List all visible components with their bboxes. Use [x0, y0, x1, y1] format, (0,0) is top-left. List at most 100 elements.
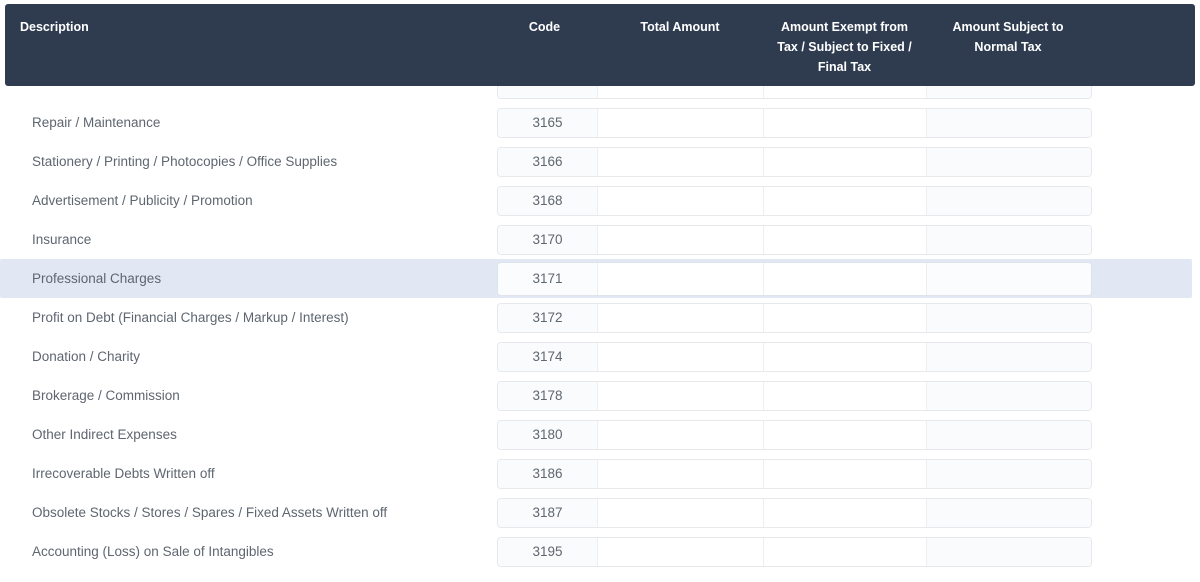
row-amount-normal-tax-input: [927, 108, 1091, 137]
column-header-amount-normal-line1: Amount Subject to: [952, 20, 1064, 34]
row-amount-exempt-input[interactable]: [764, 303, 927, 332]
table-row[interactable]: Advertisement / Publicity / Promotion: [0, 181, 1200, 220]
row-input-group: [497, 224, 1092, 255]
row-code-input: [498, 86, 598, 98]
row-code-input: [498, 186, 598, 215]
row-description-label: Donation / Charity: [32, 349, 141, 364]
column-header-code: Code: [528, 20, 561, 34]
row-total-amount-input[interactable]: [598, 381, 764, 410]
row-description-label: Irrecoverable Debts Written off: [32, 466, 215, 481]
row-code-input: [498, 420, 598, 449]
row-amount-exempt-input[interactable]: [764, 537, 927, 566]
row-amount-normal-tax-input: [927, 225, 1091, 254]
table-row[interactable]: Irrecoverable Debts Written off: [0, 454, 1200, 493]
table-row[interactable]: Profit on Debt (Financial Charges / Mark…: [0, 298, 1200, 337]
row-amount-exempt-input[interactable]: [764, 108, 927, 137]
row-input-group: [497, 107, 1092, 138]
column-header-amount-exempt-line3: Final Tax: [817, 60, 872, 74]
table-rows-container: Repair / Maintenance Stationery / Printin…: [0, 86, 1200, 571]
table-row[interactable]: Brokerage / Commission: [0, 376, 1200, 415]
row-total-amount-input[interactable]: [598, 262, 764, 295]
row-code-input: [498, 225, 598, 254]
row-amount-normal-tax-input: [927, 147, 1091, 176]
row-amount-normal-tax-input: [927, 459, 1091, 488]
row-total-amount-input[interactable]: [598, 186, 764, 215]
row-input-group: [497, 536, 1092, 567]
row-code-input: [498, 381, 598, 410]
row-amount-exempt-input[interactable]: [764, 381, 927, 410]
row-amount-normal-tax-input: [927, 86, 1091, 98]
row-description-label: Professional Charges: [32, 271, 162, 286]
row-input-group: [497, 380, 1092, 411]
row-total-amount-input[interactable]: [598, 86, 764, 98]
row-description-label: Insurance: [32, 232, 92, 247]
row-amount-normal-tax-input: [927, 381, 1091, 410]
row-amount-exempt-input[interactable]: [764, 262, 927, 295]
table-row[interactable]: Stationery / Printing / Photocopies / Of…: [0, 142, 1200, 181]
row-input-group: [497, 497, 1092, 528]
row-total-amount-input[interactable]: [598, 108, 764, 137]
row-input-group: [497, 86, 1092, 99]
row-code-input: [498, 262, 598, 295]
row-description-label: Obsolete Stocks / Stores / Spares / Fixe…: [32, 505, 388, 520]
row-description-label: Brokerage / Commission: [32, 388, 180, 403]
row-code-input: [498, 147, 598, 176]
row-amount-exempt-input[interactable]: [764, 225, 927, 254]
column-header-amount-exempt: Amount Exempt from Tax / Subject to Fixe…: [763, 4, 926, 77]
column-header-description: Description: [20, 20, 89, 34]
row-total-amount-input[interactable]: [598, 147, 764, 176]
table-row[interactable]: [0, 86, 1200, 103]
row-code-input: [498, 342, 598, 371]
row-input-group: [497, 419, 1092, 450]
table-row[interactable]: Professional Charges: [0, 259, 1192, 298]
row-code-input: [498, 498, 598, 527]
row-amount-exempt-input[interactable]: [764, 459, 927, 488]
row-total-amount-input[interactable]: [598, 303, 764, 332]
row-amount-exempt-input[interactable]: [764, 342, 927, 371]
table-row[interactable]: Other Indirect Expenses: [0, 415, 1200, 454]
table-row[interactable]: Insurance: [0, 220, 1200, 259]
row-amount-normal-tax-input: [927, 498, 1091, 527]
row-input-group: [497, 185, 1092, 216]
column-header-amount-normal-line2: Normal Tax: [974, 40, 1042, 54]
row-description-label: Accounting (Loss) on Sale of Intangibles: [32, 544, 274, 559]
table-body[interactable]: Repair / Maintenance Stationery / Printin…: [0, 86, 1200, 582]
row-amount-exempt-input[interactable]: [764, 147, 927, 176]
expenses-tax-table: Description Code Total Amount Amount Exe…: [0, 0, 1200, 582]
row-amount-normal-tax-input: [927, 262, 1091, 295]
row-description-label: Advertisement / Publicity / Promotion: [32, 193, 253, 208]
row-amount-normal-tax-input: [927, 186, 1091, 215]
row-amount-exempt-input[interactable]: [764, 86, 927, 98]
row-amount-exempt-input[interactable]: [764, 498, 927, 527]
column-header-amount-exempt-line2: Tax / Subject to Fixed /: [777, 40, 912, 54]
row-input-group: [497, 302, 1092, 333]
row-description-label: Other Indirect Expenses: [32, 427, 177, 442]
column-header-amount-exempt-line1: Amount Exempt from: [780, 20, 909, 34]
row-description-label: Profit on Debt (Financial Charges / Mark…: [32, 310, 349, 325]
table-row[interactable]: Accounting (Loss) on Sale of Intangibles: [0, 532, 1200, 571]
table-row[interactable]: Repair / Maintenance: [0, 103, 1200, 142]
row-code-input: [498, 459, 598, 488]
row-input-group: [497, 261, 1092, 296]
row-amount-normal-tax-input: [927, 303, 1091, 332]
row-input-group: [497, 341, 1092, 372]
row-total-amount-input[interactable]: [598, 225, 764, 254]
row-code-input: [498, 108, 598, 137]
row-total-amount-input[interactable]: [598, 537, 764, 566]
column-header-total-amount: Total Amount: [640, 20, 720, 34]
row-amount-normal-tax-input: [927, 342, 1091, 371]
row-amount-exempt-input[interactable]: [764, 186, 927, 215]
row-total-amount-input[interactable]: [598, 420, 764, 449]
row-total-amount-input[interactable]: [598, 342, 764, 371]
row-amount-exempt-input[interactable]: [764, 420, 927, 449]
row-description-label: Stationery / Printing / Photocopies / Of…: [32, 154, 338, 169]
row-total-amount-input[interactable]: [598, 498, 764, 527]
table-row[interactable]: Donation / Charity: [0, 337, 1200, 376]
table-header-row: Description Code Total Amount Amount Exe…: [5, 4, 1195, 86]
row-total-amount-input[interactable]: [598, 459, 764, 488]
row-input-group: [497, 458, 1092, 489]
row-code-input: [498, 303, 598, 332]
table-row[interactable]: Obsolete Stocks / Stores / Spares / Fixe…: [0, 493, 1200, 532]
row-description-label: Repair / Maintenance: [32, 115, 161, 130]
row-input-group: [497, 146, 1092, 177]
